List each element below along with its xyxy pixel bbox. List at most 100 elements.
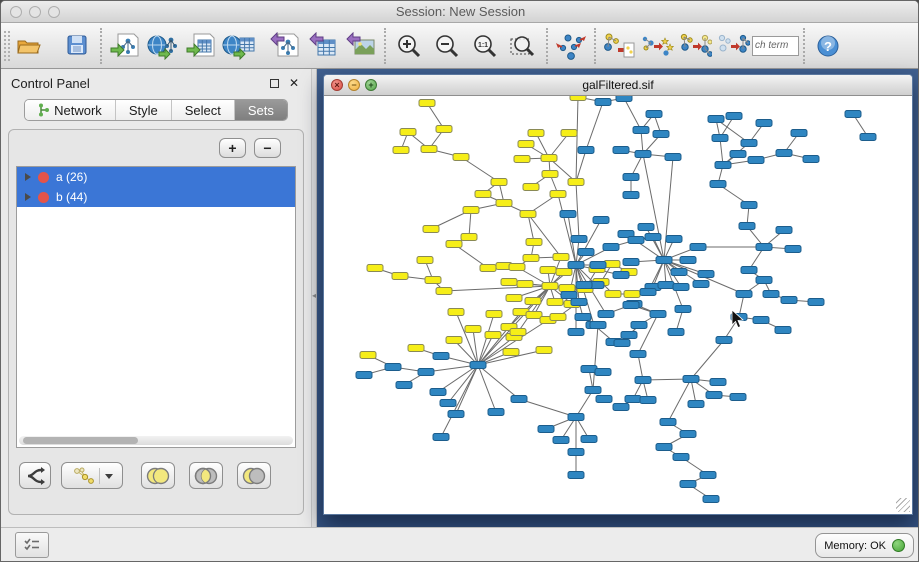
graph-node-selected[interactable] — [453, 154, 469, 161]
graph-node-selected[interactable] — [542, 171, 558, 178]
graph-node[interactable] — [716, 337, 732, 344]
graph-node[interactable] — [741, 267, 757, 274]
minimize-network-button[interactable]: − — [348, 79, 360, 91]
graph-node-selected[interactable] — [491, 179, 507, 186]
graph-node-selected[interactable] — [446, 337, 462, 344]
graph-node[interactable] — [640, 397, 656, 404]
horizontal-scrollbar[interactable] — [19, 436, 293, 445]
graph-node[interactable] — [700, 472, 716, 479]
graph-node-selected[interactable] — [559, 285, 575, 292]
graph-node[interactable] — [680, 431, 696, 438]
zoom-window-button[interactable] — [48, 6, 60, 18]
tab-select[interactable]: Select — [172, 100, 235, 120]
graph-node[interactable] — [613, 272, 629, 279]
network-window-titlebar[interactable]: × − + galFiltered.sif — [324, 75, 912, 96]
disclosure-triangle-icon[interactable] — [25, 173, 31, 181]
graph-node[interactable] — [671, 269, 687, 276]
graph-node[interactable] — [658, 282, 674, 289]
graph-node[interactable] — [666, 236, 682, 243]
minimize-window-button[interactable] — [29, 6, 41, 18]
graph-node[interactable] — [698, 271, 714, 278]
graph-node[interactable] — [595, 369, 611, 376]
graph-node[interactable] — [568, 472, 584, 479]
graph-node[interactable] — [623, 259, 639, 266]
graph-edge[interactable] — [469, 210, 471, 237]
graph-node[interactable] — [568, 414, 584, 421]
graph-node-selected[interactable] — [550, 314, 566, 321]
graph-node-selected[interactable] — [392, 273, 408, 280]
graph-node[interactable] — [680, 481, 696, 488]
zoom-selected-region-button[interactable] — [506, 28, 540, 64]
close-network-button[interactable]: × — [331, 79, 343, 91]
graph-node[interactable] — [433, 434, 449, 441]
graph-node-selected[interactable] — [421, 146, 437, 153]
union-sets-button[interactable] — [141, 462, 175, 489]
graph-node[interactable] — [693, 281, 709, 288]
graph-node[interactable] — [621, 332, 637, 339]
apply-layout-button[interactable] — [554, 28, 588, 64]
close-window-button[interactable] — [10, 6, 22, 18]
graph-edge[interactable] — [519, 399, 576, 417]
graph-node[interactable] — [753, 317, 769, 324]
graph-node[interactable] — [623, 174, 639, 181]
graph-node-selected[interactable] — [605, 291, 621, 298]
graph-node[interactable] — [781, 297, 797, 304]
graph-node[interactable] — [635, 377, 651, 384]
graph-node[interactable] — [616, 96, 632, 102]
resize-grip[interactable] — [896, 498, 910, 512]
graph-node-selected[interactable] — [448, 309, 464, 316]
graph-node[interactable] — [623, 302, 639, 309]
disclosure-triangle-icon[interactable] — [25, 193, 31, 201]
graph-node-selected[interactable] — [523, 255, 539, 262]
graph-edge[interactable] — [668, 379, 691, 422]
graph-node-selected[interactable] — [367, 265, 383, 272]
graph-node[interactable] — [638, 224, 654, 231]
graph-node[interactable] — [576, 282, 592, 289]
import-table-file-button[interactable] — [184, 28, 218, 64]
graph-node[interactable] — [590, 322, 606, 329]
graph-node-selected[interactable] — [465, 326, 481, 333]
graph-node-selected[interactable] — [486, 311, 502, 318]
graph-node[interactable] — [568, 262, 584, 269]
graph-node-selected[interactable] — [556, 269, 572, 276]
graph-edge[interactable] — [576, 182, 579, 239]
graph-node[interactable] — [748, 157, 764, 164]
graph-node[interactable] — [440, 400, 456, 407]
select-first-neighbors-button[interactable] — [640, 28, 674, 64]
network-graph[interactable] — [326, 96, 911, 513]
new-network-from-selection-button[interactable] — [602, 28, 636, 64]
graph-node[interactable] — [614, 340, 630, 347]
graph-node[interactable] — [625, 396, 641, 403]
graph-node[interactable] — [396, 382, 412, 389]
graph-edge[interactable] — [691, 340, 724, 379]
graph-node-selected[interactable] — [463, 207, 479, 214]
graph-node[interactable] — [488, 409, 504, 416]
graph-node[interactable] — [683, 376, 699, 383]
graph-node[interactable] — [730, 151, 746, 158]
graph-node[interactable] — [538, 426, 554, 433]
graph-node-selected[interactable] — [400, 129, 416, 136]
graph-node[interactable] — [653, 131, 669, 138]
graph-node-selected[interactable] — [526, 239, 542, 246]
graph-node[interactable] — [595, 99, 611, 106]
graph-node[interactable] — [656, 257, 672, 264]
export-image-button[interactable] — [344, 28, 378, 64]
maximize-network-button[interactable]: + — [365, 79, 377, 91]
graph-node[interactable] — [581, 436, 597, 443]
graph-node-selected[interactable] — [501, 279, 517, 286]
graph-node-selected[interactable] — [393, 147, 409, 154]
graph-node[interactable] — [715, 162, 731, 169]
set-row-a[interactable]: a (26) — [17, 167, 295, 187]
add-set-button[interactable]: + — [219, 138, 246, 158]
graph-edge[interactable] — [624, 98, 641, 130]
graph-node-selected[interactable] — [475, 191, 491, 198]
graph-edge[interactable] — [593, 325, 598, 390]
graph-node[interactable] — [726, 113, 742, 120]
import-table-web-button[interactable] — [222, 28, 256, 64]
graph-node[interactable] — [631, 322, 647, 329]
graph-node[interactable] — [650, 311, 666, 318]
graph-node[interactable] — [630, 351, 646, 358]
graph-node-selected[interactable] — [517, 281, 533, 288]
graph-node[interactable] — [785, 246, 801, 253]
graph-node[interactable] — [673, 454, 689, 461]
